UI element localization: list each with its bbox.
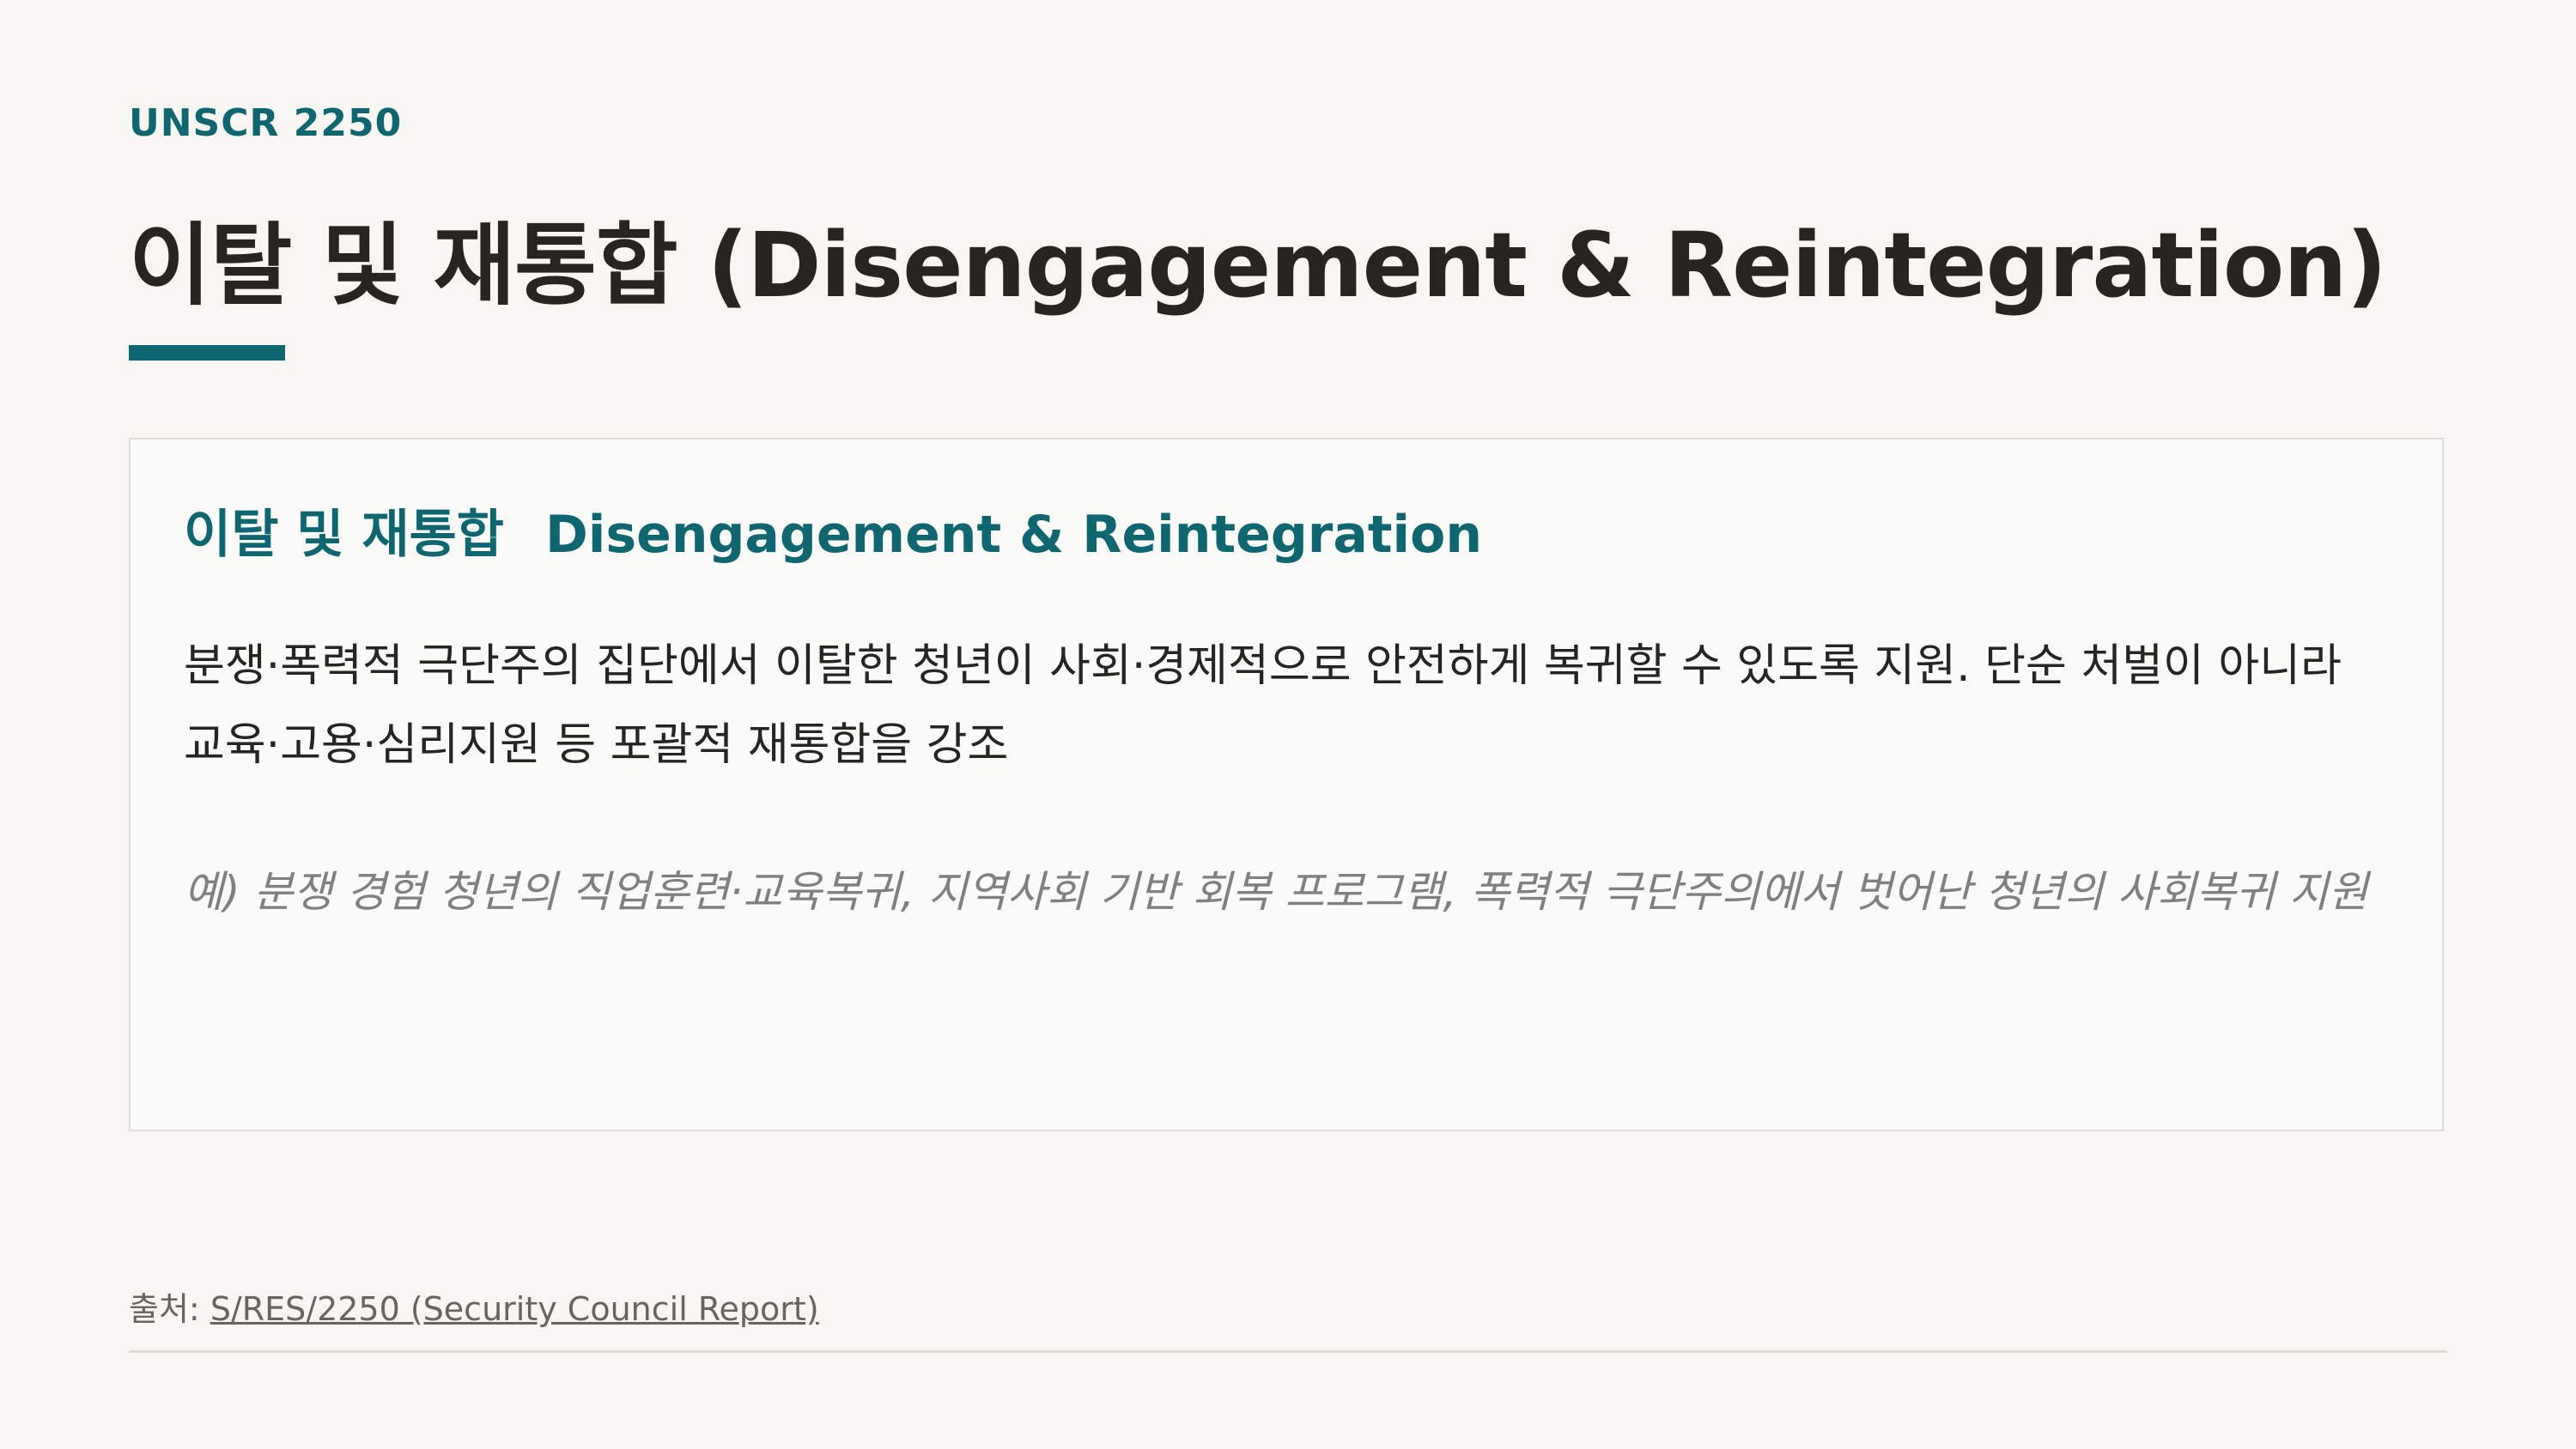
kicker-label: UNSCR 2250 [129,101,403,145]
card-heading: 이탈 및 재통합 Disengagement & Reintegration [184,493,1482,567]
card-description: 분쟁·폭력적 극단주의 집단에서 이탈한 청년이 사회·경제적으로 안전하게 복… [184,640,2342,771]
title-accent-bar [129,345,285,361]
source-citation: 출처: S/RES/2250 (Security Council Report) [129,1282,819,1330]
source-label: 출처: [129,1290,210,1328]
source-link[interactable]: S/RES/2250 (Security Council Report) [210,1290,819,1328]
card-example: 예) 분쟁 경험 청년의 직업훈련·교육복귀, 지역사회 기반 회복 프로그램,… [184,867,2368,917]
card-heading-korean: 이탈 및 재통합 [184,505,504,565]
slide: UNSCR 2250 이탈 및 재통합 (Disengagement & Rei… [129,0,2447,1449]
card-heading-english: Disengagement & Reintegration [544,505,1483,565]
footer-divider [129,1350,2447,1353]
content-card: 이탈 및 재통합 Disengagement & Reintegration 분쟁… [129,438,2444,1131]
page-title: 이탈 및 재통합 (Disengagement & Reintegration) [129,213,2387,318]
